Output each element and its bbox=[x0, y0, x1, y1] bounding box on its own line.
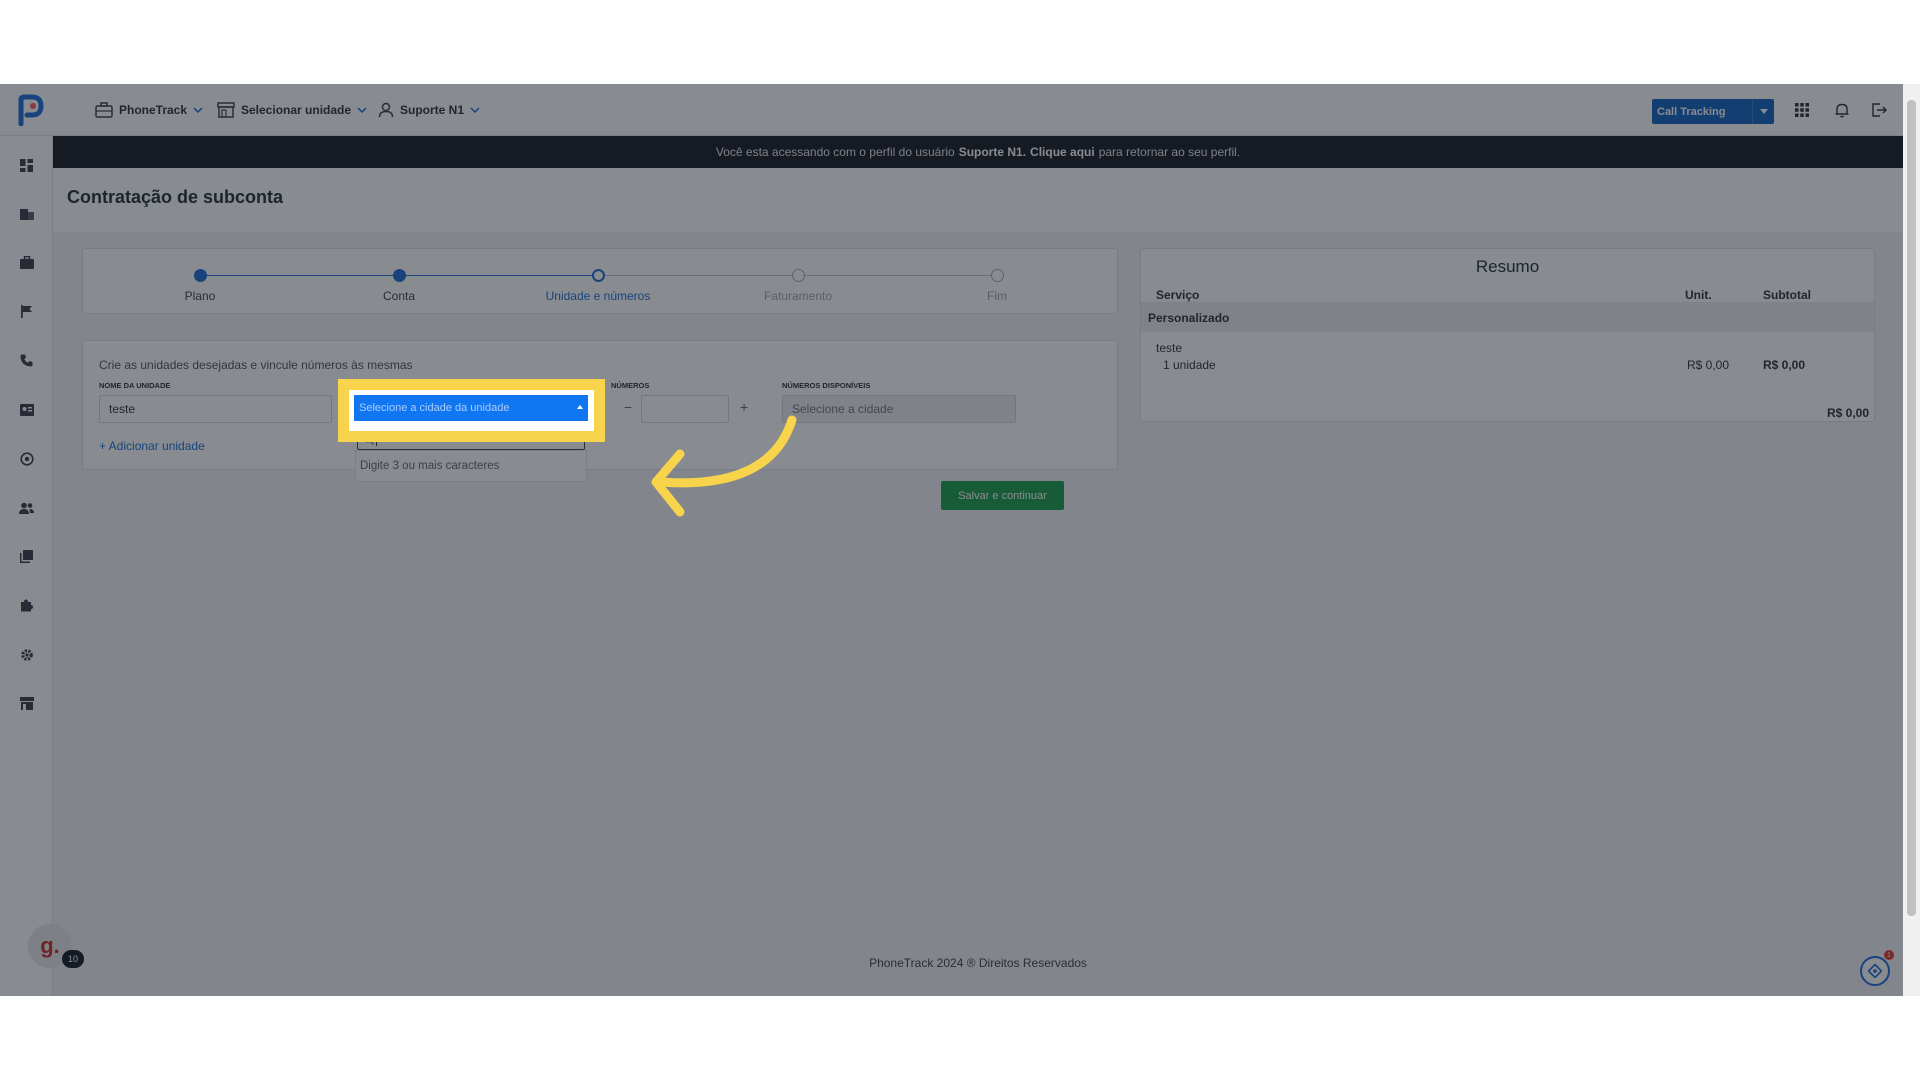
user-menu-label: Suporte N1 bbox=[400, 103, 465, 117]
building-icon[interactable] bbox=[18, 205, 35, 222]
step-label: Faturamento bbox=[763, 289, 833, 303]
step-label: Unidade e números bbox=[545, 289, 651, 303]
gear-icon[interactable] bbox=[18, 646, 35, 663]
sidebar bbox=[0, 136, 53, 996]
page-header: Contratação de subconta bbox=[53, 168, 1903, 232]
summary-item-unit-price: R$ 0,00 bbox=[1687, 358, 1730, 372]
main-content: Contratação de subconta Plano Conta Unid… bbox=[53, 168, 1903, 996]
city-select-placeholder: Selecione a cidade da unidade bbox=[359, 402, 510, 414]
city-dropdown-hint: Digite 3 ou mais caracteres bbox=[355, 450, 587, 482]
summary-item-subtotal: R$ 0,00 bbox=[1763, 358, 1806, 372]
unit-name-label: NOME DA UNIDADE bbox=[99, 381, 171, 390]
product-selector-label: Call Tracking bbox=[1657, 105, 1726, 118]
grammarly-count-badge: 10 bbox=[62, 950, 84, 968]
banner-text: Você esta acessando com o perfil do usuá… bbox=[715, 145, 955, 159]
help-notification-badge: 1 bbox=[1884, 950, 1894, 960]
step-dot bbox=[392, 269, 406, 282]
step-dot bbox=[591, 269, 605, 282]
available-numbers-select[interactable]: Selecione a cidade bbox=[782, 395, 1016, 423]
banner-text-suffix: para retornar ao seu perfil. bbox=[1098, 145, 1241, 159]
shop-icon[interactable] bbox=[18, 695, 35, 712]
summary-col-service: Serviço bbox=[1156, 288, 1200, 302]
target-icon[interactable] bbox=[18, 450, 35, 467]
summary-group-row: Personalizado bbox=[1141, 302, 1874, 332]
step-label: Conta bbox=[382, 289, 416, 303]
summary-item-qty: 1 unidade bbox=[1163, 358, 1216, 372]
step-fim: Fim bbox=[932, 269, 1062, 303]
banner-user: Suporte N1. bbox=[958, 145, 1027, 159]
chevron-down-icon bbox=[357, 107, 367, 113]
chevron-down-icon bbox=[470, 107, 480, 113]
unit-name-input[interactable]: teste bbox=[99, 395, 332, 423]
flag-icon[interactable] bbox=[18, 303, 35, 320]
impersonation-banner: Você esta acessando com o perfil do usuá… bbox=[53, 136, 1903, 168]
save-continue-button[interactable]: Salvar e continuar bbox=[941, 481, 1064, 510]
city-select[interactable]: Selecione a cidade da unidade bbox=[354, 395, 588, 421]
unit-menu[interactable]: Selecionar unidade bbox=[217, 100, 367, 120]
phone-icon[interactable] bbox=[18, 352, 35, 369]
user-menu[interactable]: Suporte N1 bbox=[378, 100, 480, 120]
numbers-minus-button[interactable]: − bbox=[624, 399, 632, 415]
summary-title: Resumo bbox=[1475, 257, 1540, 276]
library-icon[interactable] bbox=[18, 548, 35, 565]
pointer-arrow-icon bbox=[651, 415, 797, 517]
caret-down-icon[interactable] bbox=[1752, 99, 1774, 124]
help-icon bbox=[1868, 964, 1882, 978]
summary-col-unit: Unit. bbox=[1685, 288, 1712, 302]
step-dot bbox=[791, 269, 805, 282]
contact-card-icon[interactable] bbox=[18, 401, 35, 418]
available-numbers-label: NÚMEROS DISPONÍVEIS bbox=[782, 381, 871, 390]
caret-up-icon bbox=[577, 405, 583, 409]
chevron-down-icon bbox=[193, 107, 203, 113]
step-faturamento: Faturamento bbox=[733, 269, 863, 303]
users-icon[interactable] bbox=[18, 499, 35, 516]
wizard-stepper: Plano Conta Unidade e números Faturament… bbox=[82, 248, 1118, 314]
app-menu[interactable]: PhoneTrack bbox=[95, 100, 203, 120]
summary-group-label: Personalizado bbox=[1148, 311, 1230, 325]
puzzle-icon[interactable] bbox=[18, 597, 35, 614]
product-selector-button[interactable]: Call Tracking bbox=[1652, 99, 1774, 124]
summary-card: Resumo Serviço Unit. Subtotal Personaliz… bbox=[1140, 248, 1875, 422]
unit-menu-label: Selecionar unidade bbox=[241, 103, 352, 117]
bell-icon[interactable] bbox=[1832, 100, 1852, 120]
summary-total: R$ 0,00 bbox=[1827, 406, 1870, 420]
units-description: Crie as unidades desejadas e vincule núm… bbox=[99, 358, 413, 372]
store-icon bbox=[217, 102, 235, 118]
help-widget-button[interactable] bbox=[1860, 956, 1890, 986]
step-label: Plano bbox=[184, 289, 216, 303]
step-label: Fim bbox=[987, 289, 1007, 303]
step-dot bbox=[193, 269, 207, 282]
step-dot bbox=[990, 269, 1004, 282]
banner-return-link[interactable]: Clique aqui bbox=[1030, 145, 1095, 159]
add-unit-link[interactable]: + Adicionar unidade bbox=[99, 439, 205, 453]
step-unidade-numeros[interactable]: Unidade e números bbox=[533, 269, 663, 303]
step-conta[interactable]: Conta bbox=[334, 269, 464, 303]
summary-item-name: teste bbox=[1156, 341, 1183, 355]
page-title: Contratação de subconta bbox=[67, 187, 284, 207]
page-scrollbar[interactable] bbox=[1903, 84, 1920, 996]
scrollbar-thumb[interactable] bbox=[1907, 100, 1916, 916]
footer-copyright: PhoneTrack 2024 ® Direitos Reservados bbox=[869, 956, 1087, 970]
phonetrack-logo[interactable] bbox=[16, 94, 44, 126]
apps-grid-icon[interactable] bbox=[1792, 100, 1812, 120]
summary-col-subtotal: Subtotal bbox=[1763, 288, 1811, 302]
briefcase-icon[interactable] bbox=[18, 254, 35, 271]
step-plano[interactable]: Plano bbox=[135, 269, 265, 303]
app-menu-label: PhoneTrack bbox=[119, 103, 188, 117]
dashboard-icon[interactable] bbox=[18, 157, 35, 174]
briefcase-icon bbox=[95, 102, 113, 118]
user-icon bbox=[378, 102, 394, 118]
app-window: PhoneTrack Selecionar unidade Suporte N1… bbox=[0, 84, 1920, 996]
top-navbar: PhoneTrack Selecionar unidade Suporte N1… bbox=[0, 84, 1903, 136]
numbers-label: NÚMEROS bbox=[611, 381, 650, 390]
logout-icon[interactable] bbox=[1869, 100, 1889, 120]
